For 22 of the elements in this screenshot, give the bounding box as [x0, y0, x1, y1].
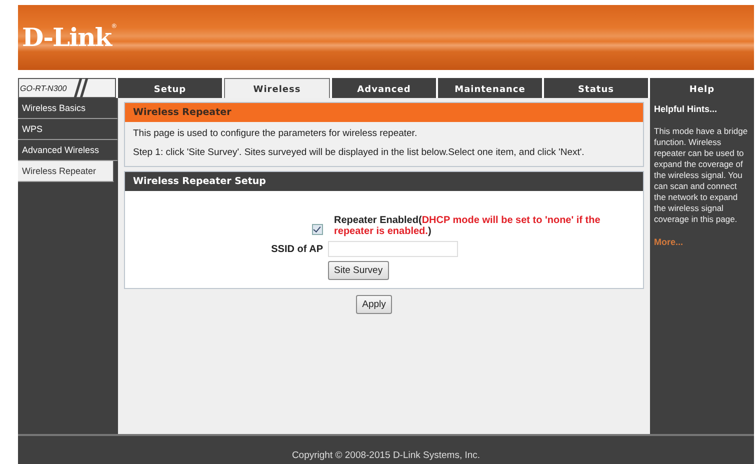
field-label: SSID of AP: [271, 244, 323, 254]
section-title: Wireless Repeater: [125, 103, 643, 122]
section-title: Wireless Repeater Setup: [125, 172, 643, 191]
nav-tab[interactable]: Maintenance: [438, 78, 542, 98]
copyright-text: Copyright © 2008-2015 D-Link Systems, Inc.: [18, 434, 754, 464]
nav-tab[interactable]: Wireless: [224, 78, 330, 98]
repeater-checkbox[interactable]: [312, 224, 323, 235]
apply-button[interactable]: Apply: [356, 295, 392, 314]
nav-tab[interactable]: Advanced: [332, 78, 436, 98]
description-text: This page is used to configure the parameters for wireless repeater.: [132, 127, 418, 141]
nav-tab[interactable]: Status: [544, 78, 648, 98]
help-text: This mode have a bridge function. Wireless repeater can be used to expand the coverage of the wireless signal. You can scan and connect the network to expand the wireless signal coverage in this page.: [654, 126, 749, 225]
site-survey-button[interactable]: Site Survey: [328, 261, 389, 280]
sidebar-item[interactable]: Wireless Repeater: [18, 161, 114, 182]
nav-tab[interactable]: Setup: [118, 78, 222, 98]
ssid-field[interactable]: [328, 241, 458, 257]
help-title: Helpful Hints...: [654, 104, 718, 114]
logo: D-Link$^{®}$: [22, 23, 116, 52]
repeater-label: Repeater Enabled(DHCP mode will be set to 'none' if the repeater is enabled.): [333, 215, 602, 237]
nav-tab[interactable]: Help: [650, 78, 754, 98]
description-text: Step 1: click 'Site Survey'. Sites surveyed will be displayed in the list below.Select one item, and click 'Next'.: [132, 146, 586, 160]
model-name: GO-RT-N300: [19, 84, 67, 92]
